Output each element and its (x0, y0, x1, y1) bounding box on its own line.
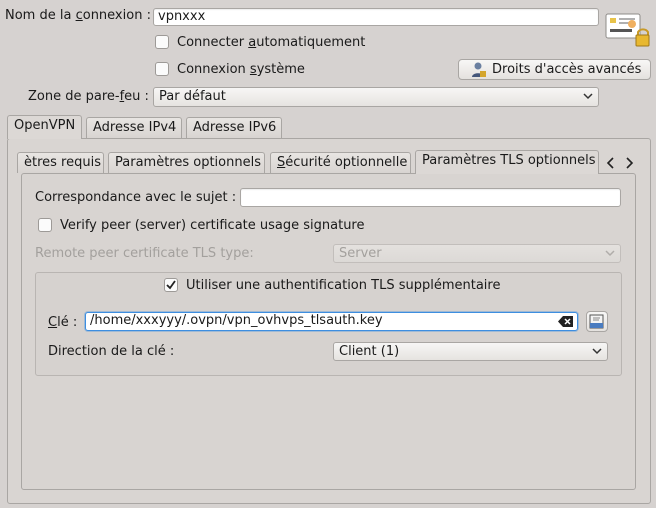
key-file-input[interactable]: /home/xxxyyy/.ovpn/vpn_ovhvps_tlsauth.ke… (85, 312, 578, 331)
open-file-icon (589, 314, 604, 329)
tab-openvpn-label: OpenVPN (14, 118, 76, 133)
connection-certificate-icon (604, 10, 650, 48)
connection-name-label: Nom de la connexion : (5, 8, 151, 23)
tab-scroll-left-button[interactable] (604, 156, 618, 170)
firewall-zone-select[interactable]: Par défaut (153, 87, 599, 107)
key-direction-label: Direction de la clé : (48, 344, 175, 359)
tab-tls-optional[interactable]: Paramètres TLS optionnels (415, 150, 599, 174)
tab-optional-security[interactable]: Sécurité optionnelle (270, 152, 411, 173)
chevron-down-icon (592, 348, 602, 355)
subject-match-label: Correspondance avec le sujet : (35, 190, 237, 205)
advanced-permissions-button[interactable]: Droits d'accès avancés (458, 59, 651, 80)
user-lock-icon (471, 61, 487, 79)
chevron-right-icon (626, 157, 634, 169)
remote-cert-type-label: Remote peer certificate TLS type: (35, 246, 254, 261)
verify-peer-checkbox[interactable] (38, 218, 52, 232)
chevron-down-icon (583, 93, 593, 100)
auto-connect-label: Connecter automatiquement (177, 35, 366, 50)
system-connection-label: Connexion système (177, 62, 305, 77)
browse-key-file-button[interactable] (586, 311, 608, 332)
subject-match-input[interactable] (240, 188, 621, 207)
tab-optional-params[interactable]: Paramètres optionnels (108, 152, 265, 173)
tab-ipv6-label: Adresse IPv6 (193, 120, 277, 135)
chevron-left-icon (606, 157, 614, 169)
firewall-zone-label: Zone de pare-feu : (28, 89, 149, 104)
tab-required-params[interactable]: ètres requis (17, 152, 104, 173)
firewall-zone-value: Par défaut (159, 89, 226, 104)
connection-name-input[interactable]: vpnxxx (153, 8, 599, 26)
tab-ipv4-label: Adresse IPv4 (93, 120, 177, 135)
tab-optional-params-label: Paramètres optionnels (115, 155, 261, 170)
chevron-down-icon (605, 250, 615, 257)
extra-tls-auth-label: Utiliser une authentification TLS supplé… (186, 278, 501, 293)
system-connection-checkbox[interactable] (155, 62, 169, 76)
extra-tls-auth-checkbox[interactable] (164, 278, 178, 292)
tab-ipv6[interactable]: Adresse IPv6 (186, 117, 282, 138)
key-file-value: /home/xxxyyy/.ovpn/vpn_ovhvps_tlsauth.ke… (90, 313, 383, 328)
tab-scroll-right-button[interactable] (622, 156, 636, 170)
checkmark-icon (166, 280, 176, 290)
clear-input-icon[interactable] (558, 315, 574, 328)
advanced-permissions-label: Droits d'accès avancés (492, 62, 642, 77)
key-direction-select[interactable]: Client (1) (333, 342, 608, 361)
remote-cert-type-value: Server (339, 246, 382, 261)
auto-connect-checkbox[interactable] (155, 35, 169, 49)
tab-optional-security-label: écurité optionnelle (285, 155, 408, 170)
key-file-label: Clé : (48, 315, 78, 330)
tab-openvpn[interactable]: OpenVPN (7, 115, 82, 139)
remote-cert-type-select[interactable]: Server (333, 244, 621, 263)
tab-ipv4[interactable]: Adresse IPv4 (86, 117, 182, 138)
tab-tls-optional-label: Paramètres TLS optionnels (422, 153, 596, 168)
verify-peer-label: Verify peer (server) certificate usage s… (60, 218, 365, 233)
tab-required-params-label: ètres requis (24, 155, 101, 170)
key-direction-value: Client (1) (339, 344, 400, 359)
